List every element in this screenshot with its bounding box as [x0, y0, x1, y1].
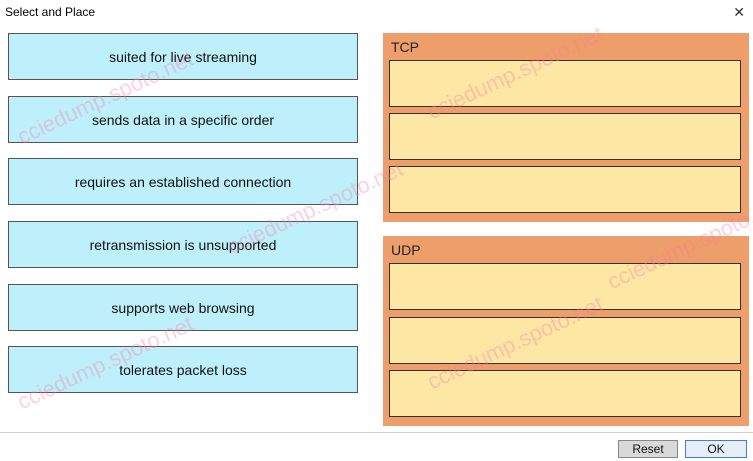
- target-panel-tcp: TCP: [383, 33, 749, 222]
- drag-item-sends-data-in-order[interactable]: sends data in a specific order: [8, 96, 358, 143]
- drag-item-tolerates-packet-loss[interactable]: tolerates packet loss: [8, 346, 358, 393]
- drag-item-label: sends data in a specific order: [91, 111, 275, 128]
- drag-item-label: supports web browsing: [111, 299, 255, 316]
- drag-item-retransmission-unsupported[interactable]: retransmission is unsupported: [8, 221, 358, 268]
- drag-item-suited-for-live-streaming[interactable]: suited for live streaming: [8, 33, 358, 80]
- panel-label-tcp: TCP: [391, 39, 419, 55]
- drag-item-requires-connection[interactable]: requires an established connection: [8, 158, 358, 205]
- drop-slot-udp-3[interactable]: [389, 370, 741, 417]
- drop-slot-tcp-3[interactable]: [389, 166, 741, 213]
- target-panel-udp: UDP: [383, 236, 749, 426]
- panel-label-udp: UDP: [391, 242, 421, 258]
- close-icon[interactable]: ✕: [733, 4, 745, 20]
- drop-slot-tcp-1[interactable]: [389, 60, 741, 107]
- footer-divider: [0, 432, 753, 433]
- drag-item-label: suited for live streaming: [109, 48, 257, 65]
- window-title: Select and Place: [5, 5, 96, 19]
- drop-slot-tcp-2[interactable]: [389, 113, 741, 160]
- drop-slot-udp-1[interactable]: [389, 263, 741, 310]
- drag-item-label: tolerates packet loss: [119, 361, 247, 378]
- drag-item-label: requires an established connection: [74, 173, 292, 190]
- drag-item-label: retransmission is unsupported: [89, 236, 277, 253]
- drop-slot-udp-2[interactable]: [389, 317, 741, 364]
- drag-item-supports-web-browsing[interactable]: supports web browsing: [8, 284, 358, 331]
- title-bar: Select and Place ✕: [0, 0, 753, 26]
- ok-button[interactable]: OK: [685, 440, 747, 458]
- reset-button[interactable]: Reset: [618, 440, 678, 458]
